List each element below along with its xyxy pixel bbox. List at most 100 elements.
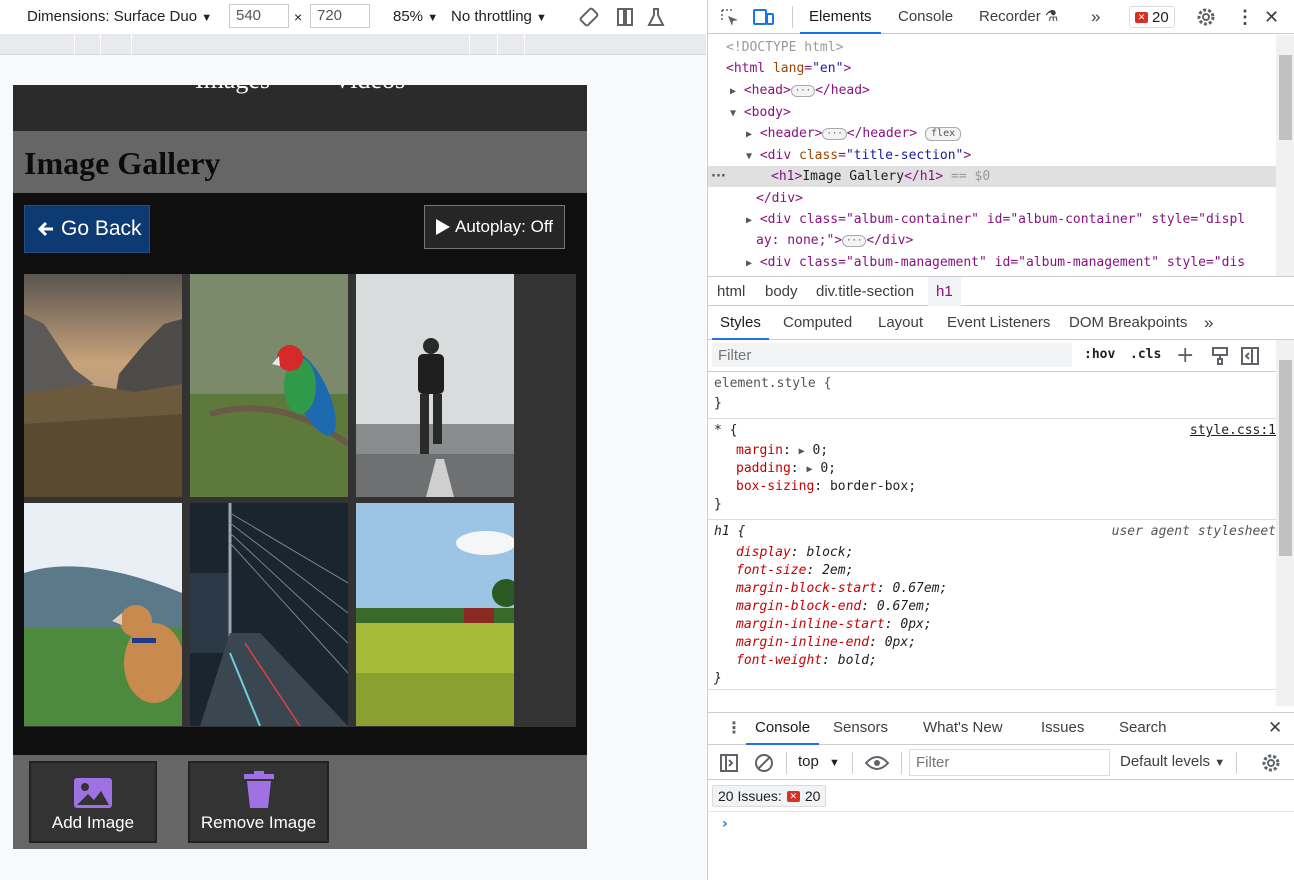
more-tabs-icon[interactable]: »	[1091, 0, 1100, 34]
add-rule-icon[interactable]: +	[1176, 343, 1194, 368]
expand-triangle-icon[interactable]: ▶	[746, 215, 752, 226]
context-selector[interactable]: top ▼	[798, 753, 840, 770]
log-levels-dropdown[interactable]: Default levels ▼	[1120, 753, 1225, 770]
scroll-thumb[interactable]	[1279, 55, 1292, 140]
dom-title-section[interactable]: ▼ <div class="title-section">	[746, 145, 971, 166]
tab-dom-breakpoints[interactable]: DOM Breakpoints	[1069, 306, 1187, 340]
h1-selector[interactable]: h1 {	[714, 523, 745, 541]
tab-layout[interactable]: Layout	[878, 306, 923, 340]
dom-album-container[interactable]: ▶ <div class="album-container" id="album…	[746, 209, 1245, 230]
tab-styles[interactable]: Styles	[712, 306, 769, 340]
ellipsis-badge[interactable]: ···	[842, 234, 867, 247]
paint-roller-icon[interactable]	[1211, 347, 1229, 365]
console-settings-icon[interactable]	[1261, 753, 1281, 773]
hov-toggle[interactable]: :hov	[1084, 347, 1115, 362]
expand-triangle-icon[interactable]: ▶	[746, 129, 752, 140]
expand-triangle-icon[interactable]: ▶	[730, 86, 736, 97]
breadcrumb-h1[interactable]: h1	[928, 277, 961, 306]
sidebar-toggle-icon[interactable]	[720, 754, 738, 772]
flask-icon[interactable]	[645, 6, 667, 28]
tab-elements[interactable]: Elements	[800, 0, 881, 34]
error-count-badge[interactable]: ✕ 20	[1129, 6, 1175, 28]
dom-body[interactable]: ▼ <body>	[730, 102, 791, 123]
clear-console-icon[interactable]	[754, 753, 774, 773]
breadcrumb-body[interactable]: body	[765, 277, 798, 306]
styles-filter-input[interactable]	[712, 343, 1072, 367]
collapse-triangle-icon[interactable]: ▼	[730, 108, 736, 119]
autoplay-button[interactable]: Autoplay: Off	[424, 205, 565, 249]
flex-badge[interactable]: flex	[925, 126, 962, 141]
ruler-segment[interactable]	[131, 34, 132, 55]
source-link[interactable]: style.css:1	[1190, 422, 1276, 440]
breadcrumb-html[interactable]: html	[717, 277, 745, 306]
settings-gear-icon[interactable]	[1196, 7, 1216, 27]
tab-recorder[interactable]: Recorder ⚗	[979, 0, 1058, 34]
dom-scrollbar[interactable]	[1276, 35, 1294, 276]
drawer-tab-whats-new[interactable]: What's New	[923, 713, 1003, 745]
eye-icon[interactable]	[865, 755, 889, 771]
cls-toggle[interactable]: .cls	[1130, 347, 1161, 362]
photo-parrot[interactable]	[190, 274, 348, 497]
star-selector[interactable]: * {	[714, 422, 737, 440]
dom-head[interactable]: ▶ <head> ··· </head>	[730, 80, 870, 101]
throttling-dropdown[interactable]: No throttling ▼	[451, 8, 547, 25]
dual-screen-icon[interactable]	[614, 6, 636, 28]
dom-doctype[interactable]: <!DOCTYPE html>	[726, 37, 843, 58]
expand-triangle-icon[interactable]: ▶	[806, 464, 812, 475]
row-ellipsis-icon[interactable]: ···	[711, 166, 726, 187]
drawer-tab-console[interactable]: Console	[746, 713, 820, 745]
drawer-tab-search[interactable]: Search	[1119, 713, 1167, 745]
dom-html[interactable]: <html lang="en">	[726, 58, 851, 79]
dom-div-close[interactable]: </div>	[756, 188, 803, 209]
collapse-triangle-icon[interactable]: ▼	[746, 151, 752, 162]
margin-declaration[interactable]: margin: ▶ 0;	[736, 442, 828, 460]
element-style-selector[interactable]: element.style {	[714, 375, 831, 393]
console-filter-input[interactable]	[909, 749, 1110, 776]
kebab-menu-icon[interactable]: ⋮	[1236, 0, 1254, 34]
inspect-element-icon[interactable]	[720, 8, 740, 28]
photo-runner[interactable]	[356, 274, 514, 497]
styles-scrollbar[interactable]	[1276, 340, 1294, 706]
nav-link-images[interactable]: Images	[195, 85, 270, 95]
ruler-segment[interactable]	[100, 34, 101, 55]
ruler-segment[interactable]	[469, 34, 470, 55]
sidebar-toggle-icon[interactable]	[1240, 346, 1260, 366]
photo-bridge-night[interactable]	[190, 503, 348, 726]
tab-computed[interactable]: Computed	[783, 306, 852, 340]
breadcrumb-div-title-section[interactable]: div.title-section	[816, 277, 914, 306]
tab-event-listeners[interactable]: Event Listeners	[947, 306, 1050, 340]
drawer-close-icon[interactable]: ✕	[1268, 713, 1282, 745]
expand-triangle-icon[interactable]: ▶	[799, 446, 805, 457]
nav-link-videos[interactable]: Videos	[333, 85, 405, 95]
photo-dog[interactable]	[24, 503, 182, 726]
more-tabs-icon[interactable]: »	[1204, 306, 1213, 340]
drawer-menu-icon[interactable]: ⋮	[726, 718, 742, 737]
ruler-segment[interactable]	[497, 34, 498, 55]
tab-console[interactable]: Console	[898, 0, 953, 34]
remove-image-button[interactable]: Remove Image	[188, 761, 329, 843]
scroll-thumb[interactable]	[1279, 360, 1292, 556]
console-prompt-icon[interactable]: ›	[722, 816, 728, 832]
photo-mountain-valley[interactable]	[24, 274, 182, 497]
height-input[interactable]: 720	[310, 4, 370, 28]
width-input[interactable]: 540	[229, 4, 289, 28]
dimensions-dropdown[interactable]: Dimensions: Surface Duo ▼	[27, 8, 212, 25]
go-back-button[interactable]: Go Back	[24, 205, 150, 253]
box-sizing-declaration[interactable]: box-sizing: border-box;	[736, 478, 916, 496]
add-image-button[interactable]: Add Image	[29, 761, 157, 843]
drawer-tab-issues[interactable]: Issues	[1041, 713, 1084, 745]
padding-declaration[interactable]: padding: ▶ 0;	[736, 460, 836, 478]
dom-album-management[interactable]: ▶ <div class="album-management" id="albu…	[746, 252, 1245, 273]
drawer-tab-sensors[interactable]: Sensors	[833, 713, 888, 745]
rotate-icon[interactable]	[578, 6, 600, 28]
dom-header[interactable]: ▶ <header> ··· </header> flex	[746, 123, 962, 144]
ruler-segment[interactable]	[74, 34, 75, 55]
ellipsis-badge[interactable]: ···	[822, 127, 847, 140]
device-toggle-icon[interactable]	[753, 7, 775, 27]
close-icon[interactable]: ✕	[1264, 0, 1279, 34]
photo-field-barn[interactable]	[356, 503, 514, 726]
dom-selected-row[interactable]: ··· <h1>Image Gallery</h1> == $0	[708, 166, 1276, 187]
expand-triangle-icon[interactable]: ▶	[746, 258, 752, 269]
issues-button[interactable]: 20 Issues: ✕ 20	[712, 785, 827, 807]
zoom-dropdown[interactable]: 85% ▼	[393, 8, 438, 25]
